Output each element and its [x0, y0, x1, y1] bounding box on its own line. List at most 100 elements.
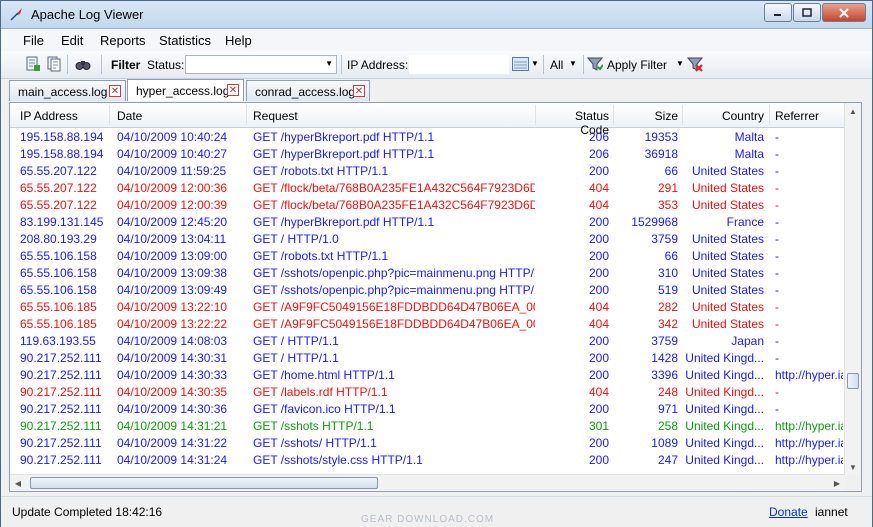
chevron-down-icon: ▼: [531, 59, 539, 68]
cell-date: 04/10/2009 12:00:39: [117, 198, 228, 212]
clear-filter-icon[interactable]: [687, 56, 703, 72]
cell-status: 404: [588, 317, 609, 331]
vertical-scroll-thumb[interactable]: [847, 373, 859, 389]
column-divider[interactable]: [769, 105, 770, 125]
cell-request: GET /sshots/openpic.php?pic=mainmenu.png…: [253, 283, 535, 297]
horizontal-scrollbar[interactable]: ◀ ▶: [10, 474, 845, 491]
table-row[interactable]: 90.217.252.111 04/10/2009 14:31:24 GET /ss…: [10, 451, 844, 468]
maximize-button[interactable]: [793, 3, 821, 22]
cell-request: GET /hyperBkreport.pdf HTTP/1.1: [253, 147, 435, 161]
vertical-scrollbar[interactable]: ▲ ▼: [844, 103, 861, 475]
close-button[interactable]: [822, 3, 866, 22]
toolbar-separator: [67, 55, 68, 74]
tab-close-icon[interactable]: ✕: [109, 85, 121, 97]
cell-date: 04/10/2009 13:04:11: [117, 232, 227, 246]
cell-ip: 65.55.207.122: [20, 181, 97, 195]
table-row[interactable]: 83.199.131.145 04/10/2009 12:45:20 GET /hy…: [10, 213, 844, 230]
menu-file[interactable]: File: [23, 33, 44, 48]
tab-main-access-log[interactable]: main_access.log ✕: [9, 80, 126, 101]
cell-ip: 65.55.106.185: [20, 300, 97, 314]
table-row[interactable]: 90.217.252.111 04/10/2009 14:30:33 GET /ho…: [10, 366, 844, 383]
column-header-referrer[interactable]: Referrer: [775, 109, 819, 123]
cell-country: United Kingd...: [685, 385, 764, 399]
column-divider[interactable]: [613, 105, 614, 125]
ip-mask-dropdown[interactable]: ▼: [512, 55, 539, 73]
tab-close-icon[interactable]: ✕: [353, 85, 365, 97]
export-icon[interactable]: [25, 56, 41, 72]
cell-referrer: -: [775, 130, 779, 144]
table-row[interactable]: 65.55.106.185 04/10/2009 13:22:22 GET /A9F…: [10, 315, 844, 332]
apply-filter-button[interactable]: Apply Filter ▼: [587, 54, 687, 74]
tab-hyper-access-log[interactable]: hyper_access.log ✕: [127, 79, 244, 101]
all-filter-dropdown[interactable]: All ▼: [550, 55, 580, 73]
cell-referrer: -: [775, 147, 779, 161]
table-row[interactable]: 65.55.106.158 04/10/2009 13:09:49 GET /ssh…: [10, 281, 844, 298]
donate-link[interactable]: Donate: [769, 505, 808, 519]
cell-size: 3759: [651, 232, 678, 246]
column-header-size[interactable]: Size: [616, 109, 678, 123]
title-bar[interactable]: Apache Log Viewer: [1, 1, 872, 29]
table-row[interactable]: 208.80.193.29 04/10/2009 13:04:11 GET / HT…: [10, 230, 844, 247]
cell-size: 36918: [644, 147, 678, 161]
table-row[interactable]: 90.217.252.111 04/10/2009 14:30:35 GET /la…: [10, 383, 844, 400]
column-divider[interactable]: [535, 105, 536, 125]
cell-date: 04/10/2009 10:40:24: [117, 130, 228, 144]
cell-status: 200: [588, 266, 609, 280]
table-row[interactable]: 65.55.106.158 04/10/2009 13:09:00 GET /rob…: [10, 247, 844, 264]
cell-referrer: -: [775, 198, 779, 212]
scroll-left-icon[interactable]: ◀: [10, 475, 26, 491]
table-row[interactable]: 195.158.88.194 04/10/2009 10:40:24 GET /hy…: [10, 128, 844, 145]
document-stack-icon[interactable]: [46, 56, 62, 72]
table-row[interactable]: 90.217.252.111 04/10/2009 14:31:21 GET /ss…: [10, 417, 844, 434]
cell-request: GET / HTTP/1.0: [253, 232, 339, 246]
cell-size: 66: [664, 249, 678, 263]
table-row[interactable]: 195.158.88.194 04/10/2009 10:40:27 GET /hy…: [10, 145, 844, 162]
cell-size: 353: [657, 198, 678, 212]
table-row[interactable]: 90.217.252.111 04/10/2009 14:31:22 GET /ss…: [10, 434, 844, 451]
column-divider[interactable]: [682, 105, 683, 125]
tab-close-icon[interactable]: ✕: [227, 84, 239, 96]
log-tabs: main_access.log ✕ hyper_access.log ✕ con…: [9, 79, 872, 102]
menu-statistics[interactable]: Statistics: [159, 33, 211, 48]
menu-reports[interactable]: Reports: [100, 33, 146, 48]
cell-referrer: -: [775, 317, 779, 331]
minimize-button[interactable]: [764, 3, 792, 22]
table-row[interactable]: 65.55.106.185 04/10/2009 13:22:10 GET /A9F…: [10, 298, 844, 315]
column-divider[interactable]: [109, 105, 110, 125]
table-row[interactable]: 65.55.207.122 04/10/2009 12:00:36 GET /flo…: [10, 179, 844, 196]
menu-edit[interactable]: Edit: [61, 33, 83, 48]
tab-conrad-access-log[interactable]: conrad_access.log ✕: [246, 80, 370, 101]
cell-request: GET /flock/beta/768B0A235FE1A432C564F792…: [253, 181, 535, 195]
scroll-up-icon[interactable]: ▲: [845, 103, 861, 119]
table-row[interactable]: 65.55.207.122 04/10/2009 12:00:39 GET /flo…: [10, 196, 844, 213]
maximize-icon: [802, 8, 812, 17]
ip-filter-input[interactable]: [409, 55, 509, 74]
cell-ip: 65.55.106.158: [20, 266, 97, 280]
menu-help[interactable]: Help: [225, 33, 252, 48]
column-header-date[interactable]: Date: [117, 109, 142, 123]
status-filter-dropdown[interactable]: ▼: [185, 55, 337, 74]
cell-status: 200: [588, 368, 609, 382]
table-row[interactable]: 65.55.106.158 04/10/2009 13:09:38 GET /ssh…: [10, 264, 844, 281]
scroll-right-icon[interactable]: ▶: [829, 475, 845, 491]
cell-country: United Kingd...: [685, 436, 764, 450]
scroll-down-icon[interactable]: ▼: [845, 459, 861, 475]
cell-size: 282: [657, 300, 678, 314]
column-header-ip[interactable]: IP Address: [20, 109, 78, 123]
cell-status: 206: [588, 130, 609, 144]
binoculars-icon[interactable]: [75, 56, 91, 72]
horizontal-scroll-thumb[interactable]: [30, 477, 378, 489]
cell-size: 3759: [651, 334, 678, 348]
table-header: IP Address Date Request Status Code Size…: [10, 103, 844, 137]
column-header-request[interactable]: Request: [253, 109, 298, 123]
cell-size: 291: [657, 181, 678, 195]
table-row[interactable]: 90.217.252.111 04/10/2009 14:30:31 GET / H…: [10, 349, 844, 366]
cell-ip: 119.63.193.55: [20, 334, 96, 348]
column-header-country[interactable]: Country: [685, 109, 764, 123]
cell-referrer: -: [775, 351, 779, 365]
table-row[interactable]: 65.55.207.122 04/10/2009 11:59:25 GET /rob…: [10, 162, 844, 179]
watermark: GEAR DOWNLOAD.COM: [361, 514, 495, 525]
table-row[interactable]: 90.217.252.111 04/10/2009 14:30:36 GET /fa…: [10, 400, 844, 417]
column-divider[interactable]: [246, 105, 247, 125]
table-row[interactable]: 119.63.193.55 04/10/2009 14:08:03 GET / HT…: [10, 332, 844, 349]
